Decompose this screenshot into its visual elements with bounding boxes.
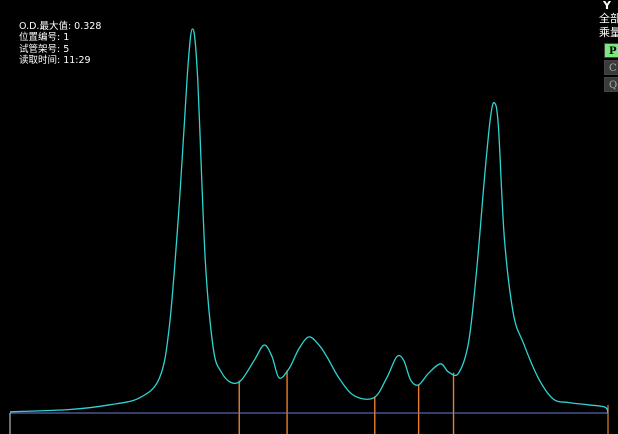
od-max-value: O.D.最大值: 0.328 (19, 21, 102, 32)
right-panel: Y 全部 乘量 P C Q (597, 0, 618, 100)
od-curve (9, 28, 609, 414)
all-label[interactable]: 全部 (599, 13, 618, 25)
c-button[interactable]: C (604, 60, 618, 75)
fraction-markers (238, 370, 455, 434)
p-button[interactable]: P (604, 43, 618, 58)
read-time: 读取时间: 11:29 (19, 55, 91, 67)
q-button[interactable]: Q (604, 77, 618, 92)
measure-label[interactable]: 乘量 (599, 27, 618, 39)
y-axis-label: Y (603, 0, 611, 12)
position-number: 位置编号: 1 (19, 32, 70, 44)
rack-number: 试管架号: 5 (19, 43, 70, 55)
info-panel: O.D.最大值: 0.328 位置编号: 1 试管架号: 5 读取时间: 11:… (19, 21, 101, 67)
